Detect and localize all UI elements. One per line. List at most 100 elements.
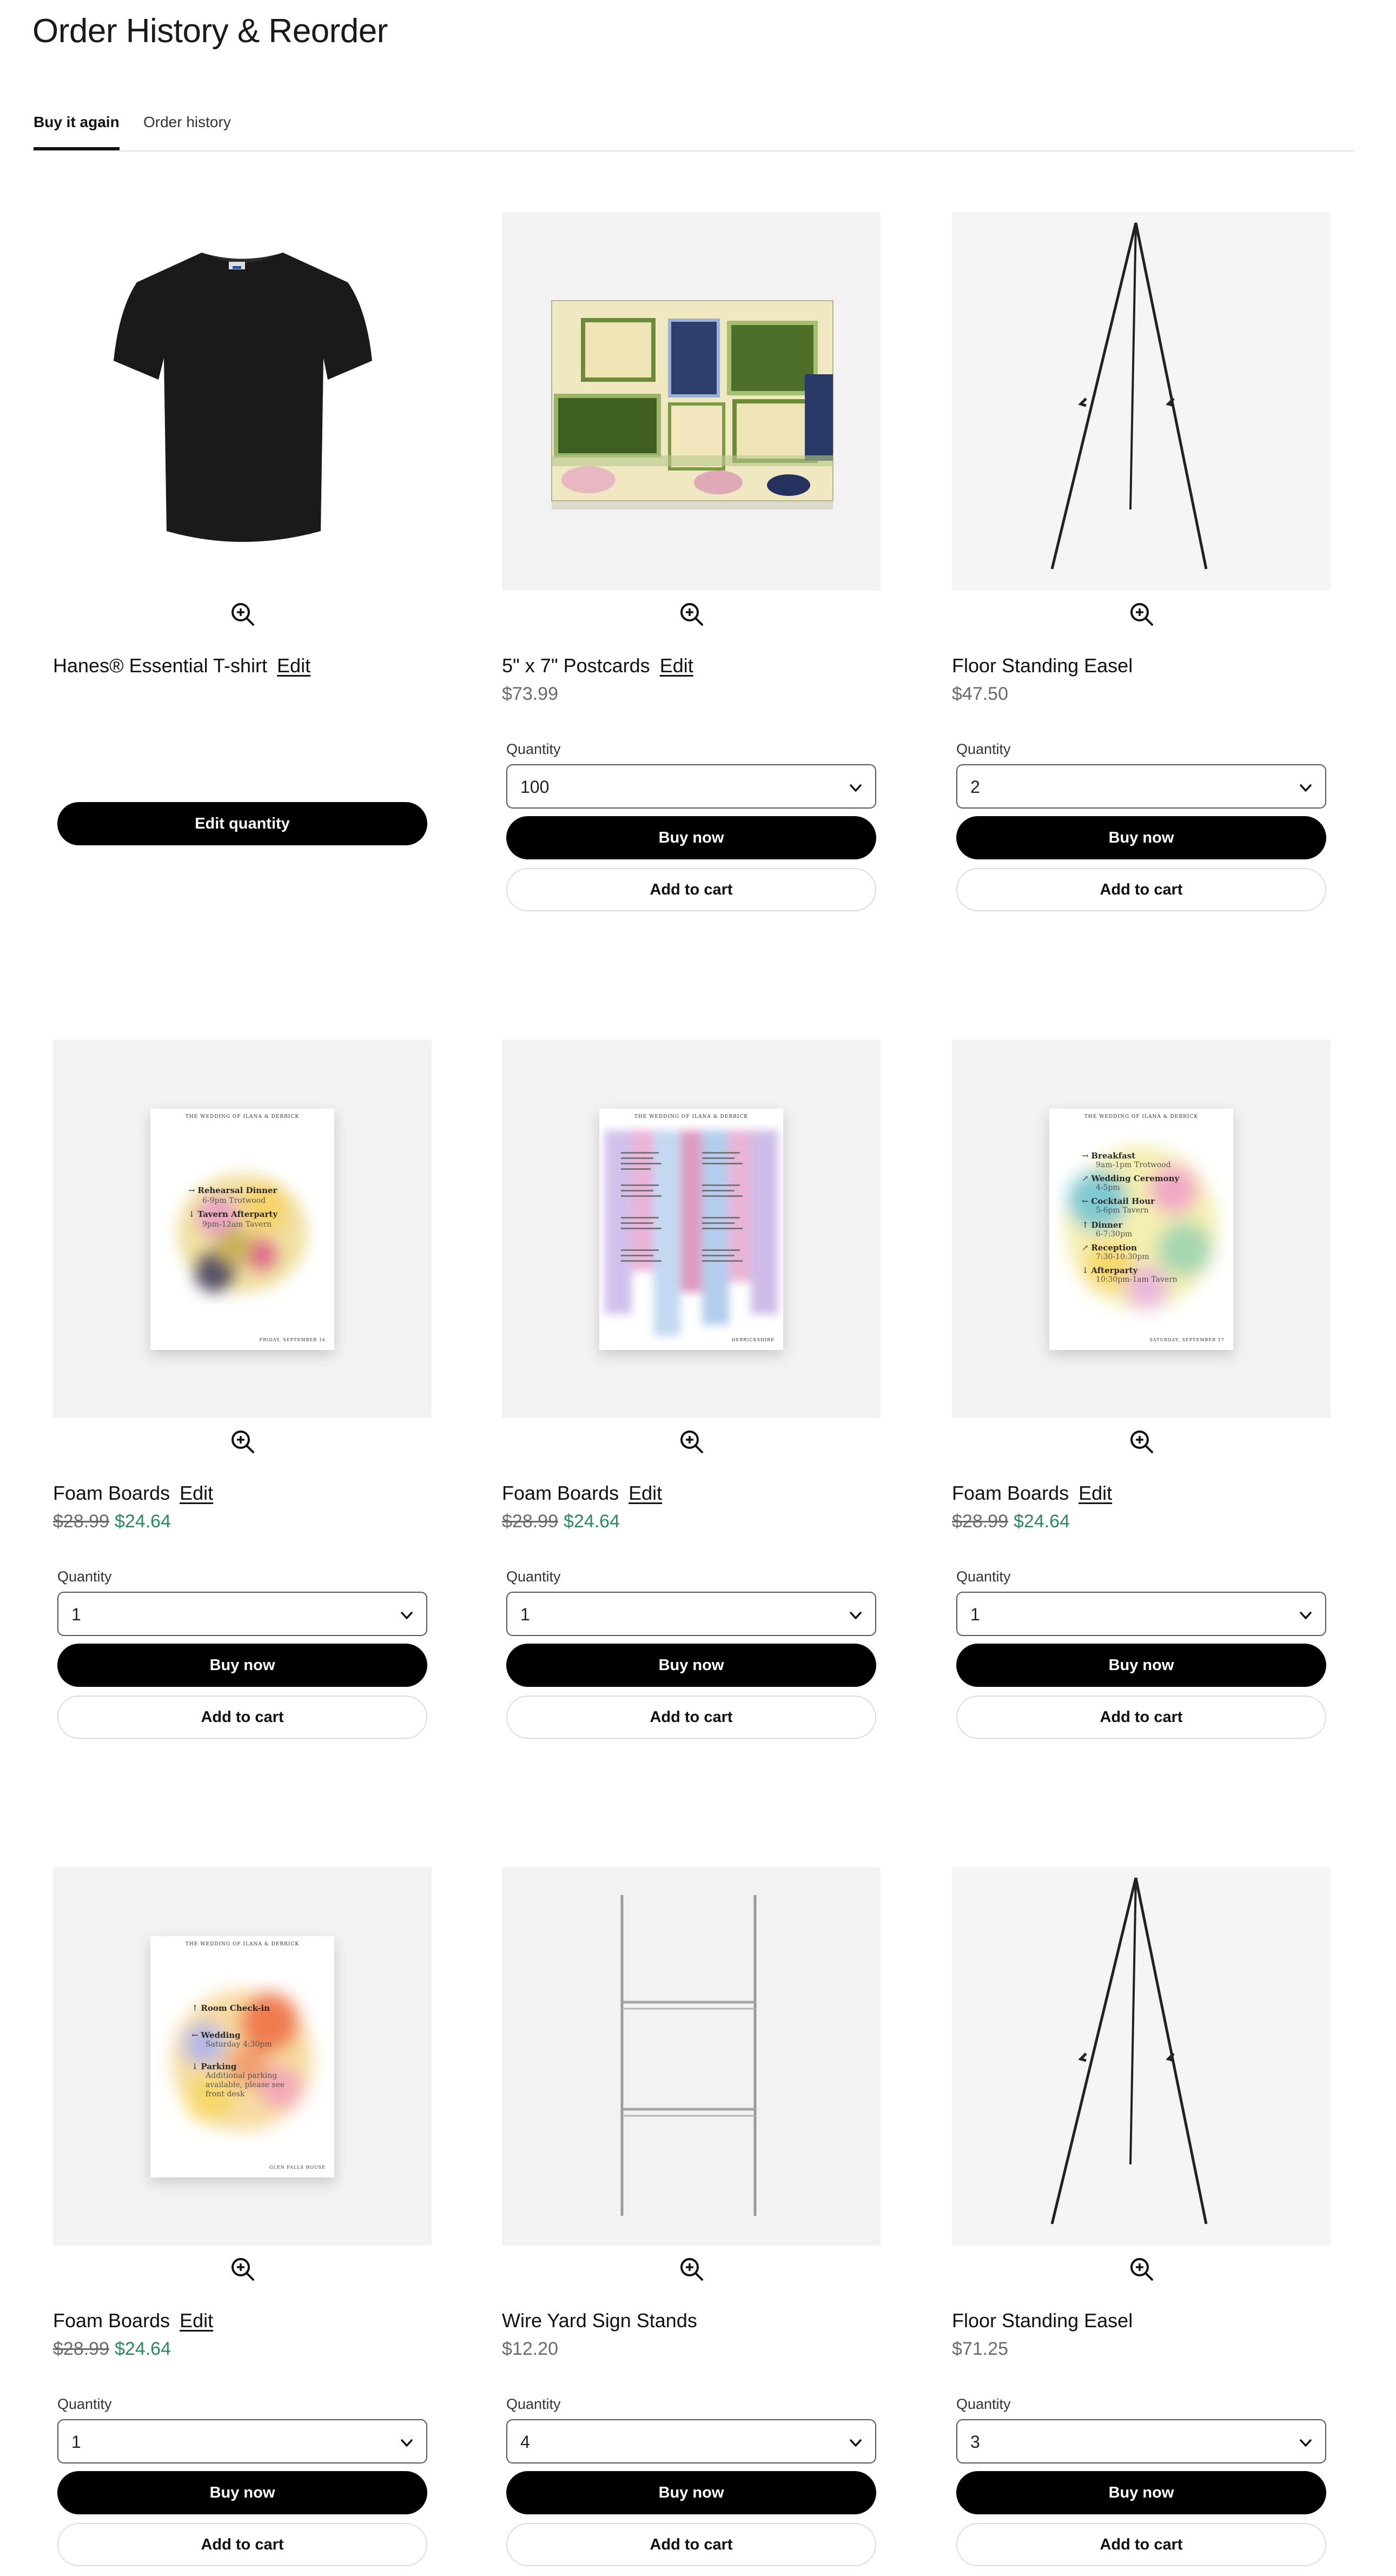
product-name-row: Wire Yard Sign Stands (502, 2309, 697, 2332)
sale-price: $24.64 (115, 2339, 171, 2359)
wedding-poster: THE WEDDING OF ILANA & DERRICK → Rehears… (150, 1109, 334, 1350)
quantity-value: 3 (970, 2432, 980, 2452)
tab-order-history[interactable]: Order history (143, 114, 231, 150)
zoom-icon[interactable] (678, 1428, 705, 1455)
watercolor-streaks (605, 1130, 778, 1336)
quantity-value: 1 (520, 1605, 530, 1624)
edit-link[interactable]: Edit (660, 654, 693, 677)
wedding-poster: THE WEDDING OF ILANA & DERRICK → Breakfa… (1049, 1109, 1233, 1350)
edit-link[interactable]: Edit (180, 1482, 213, 1504)
quantity-value: 1 (71, 2432, 81, 2452)
zoom-icon[interactable] (229, 1428, 256, 1455)
product-name-row: Foam Boards Edit (502, 1482, 662, 1505)
quantity-select[interactable]: 1 (956, 1592, 1326, 1636)
chevron-down-icon (850, 2439, 862, 2447)
add-to-cart-button[interactable]: Add to cart (506, 2523, 876, 2566)
poster-line: ↗ Reception (1082, 1243, 1137, 1253)
buy-now-button[interactable]: Buy now (57, 1644, 427, 1687)
buy-now-button[interactable]: Buy now (956, 1644, 1326, 1687)
sale-price: $24.64 (564, 1511, 620, 1532)
price: $28.99 $24.64 (53, 2339, 171, 2360)
quantity-label: Quantity (956, 1568, 1011, 1585)
add-to-cart-button[interactable]: Add to cart (956, 868, 1326, 911)
page-title: Order History & Reorder (32, 12, 388, 50)
zoom-icon[interactable] (1128, 1428, 1155, 1455)
add-to-cart-button[interactable]: Add to cart (57, 2523, 427, 2566)
zoom-icon[interactable] (1128, 2255, 1155, 2282)
price: $71.25 (952, 2339, 1008, 2359)
poster-line: ↑ Dinner (1082, 1220, 1123, 1230)
chevron-down-icon (1300, 784, 1312, 792)
edit-link[interactable]: Edit (628, 1482, 662, 1504)
quantity-select[interactable]: 100 (506, 764, 876, 809)
buy-now-button[interactable]: Buy now (57, 2471, 427, 2514)
original-price: $28.99 (952, 1511, 1008, 1532)
quantity-select[interactable]: 1 (57, 1592, 427, 1636)
add-to-cart-button[interactable]: Add to cart (956, 1696, 1326, 1739)
zoom-icon[interactable] (678, 2255, 705, 2282)
original-price: $28.99 (502, 1511, 558, 1532)
quantity-select[interactable]: 4 (506, 2419, 876, 2464)
quantity-value: 4 (520, 2432, 530, 2452)
quantity-value: 1 (970, 1605, 980, 1624)
add-to-cart-button[interactable]: Add to cart (956, 2523, 1326, 2566)
product-image[interactable] (53, 212, 432, 591)
chevron-down-icon (850, 784, 862, 792)
product-image[interactable]: THE WEDDING OF ILANA & DERRICK → Breakfa… (952, 1039, 1331, 1418)
buy-now-button[interactable]: Buy now (506, 2471, 876, 2514)
poster-line: ↓ Parking (191, 2062, 237, 2071)
quantity-select[interactable]: 2 (956, 764, 1326, 809)
buy-now-button[interactable]: Buy now (956, 2471, 1326, 2514)
edit-link[interactable]: Edit (277, 654, 310, 677)
chevron-down-icon (850, 1612, 862, 1619)
product-image[interactable] (502, 212, 881, 591)
tab-buy-it-again[interactable]: Buy it again (34, 114, 120, 150)
zoom-icon[interactable] (1128, 600, 1155, 627)
poster-header: THE WEDDING OF ILANA & DERRICK (185, 1114, 300, 1120)
quantity-select[interactable]: 1 (57, 2419, 427, 2464)
buy-now-button[interactable]: Buy now (506, 816, 876, 859)
product-image[interactable] (952, 212, 1331, 591)
product-image[interactable]: THE WEDDING OF ILANA & DERRICK ↑ Room Ch… (53, 1867, 432, 2246)
buy-now-button[interactable]: Buy now (506, 1644, 876, 1687)
zoom-icon[interactable] (229, 600, 256, 627)
zoom-icon[interactable] (678, 600, 705, 627)
tshirt-icon (114, 253, 372, 542)
product-name: Foam Boards (53, 1482, 170, 1504)
chevron-down-icon (1300, 2439, 1312, 2447)
product-image[interactable] (952, 1867, 1331, 2246)
quantity-select[interactable]: 1 (506, 1592, 876, 1636)
price: $73.99 (502, 684, 558, 704)
quantity-select[interactable]: 3 (956, 2419, 1326, 2464)
buy-now-button[interactable]: Buy now (956, 816, 1326, 859)
easel-image (1050, 1877, 1208, 2224)
add-to-cart-button[interactable]: Add to cart (506, 1696, 876, 1739)
easel-image (1050, 222, 1208, 569)
edit-link[interactable]: Edit (1079, 1482, 1112, 1504)
product-image[interactable]: THE WEDDING OF ILANA & DERRICK DERRICKSH… (502, 1039, 881, 1418)
product-name: Floor Standing Easel (952, 2309, 1133, 2332)
sale-price: $24.64 (1014, 1511, 1070, 1532)
quantity-value: 100 (520, 777, 550, 797)
add-to-cart-button[interactable]: Add to cart (506, 868, 876, 911)
zoom-icon[interactable] (229, 2255, 256, 2282)
quantity-value: 1 (71, 1605, 81, 1624)
poster-header: THE WEDDING OF ILANA & DERRICK (634, 1114, 749, 1120)
quantity-label: Quantity (506, 1568, 561, 1585)
add-to-cart-button[interactable]: Add to cart (57, 1696, 427, 1739)
poster-subline: Saturday 4:30pm (206, 2040, 272, 2049)
edit-link[interactable]: Edit (180, 2309, 213, 2332)
poster-line: → Rehearsal Dinner (188, 1186, 277, 1195)
poster-subline: Additional parking available, please see… (206, 2071, 285, 2098)
price: $28.99 $24.64 (502, 1511, 620, 1532)
poster-subline: 5-6pm Tavern (1096, 1206, 1149, 1215)
quantity-label: Quantity (956, 2396, 1011, 2412)
product-name: Floor Standing Easel (952, 654, 1133, 677)
poster-line: ← Wedding (191, 2030, 241, 2040)
watercolor-blob (1066, 1147, 1217, 1309)
product-name-row: Hanes® Essential T-shirt Edit (53, 654, 310, 677)
edit-quantity-button[interactable]: Edit quantity (57, 802, 427, 845)
product-image[interactable]: THE WEDDING OF ILANA & DERRICK → Rehears… (53, 1039, 432, 1418)
chevron-down-icon (401, 2439, 413, 2447)
product-image[interactable] (502, 1867, 881, 2246)
